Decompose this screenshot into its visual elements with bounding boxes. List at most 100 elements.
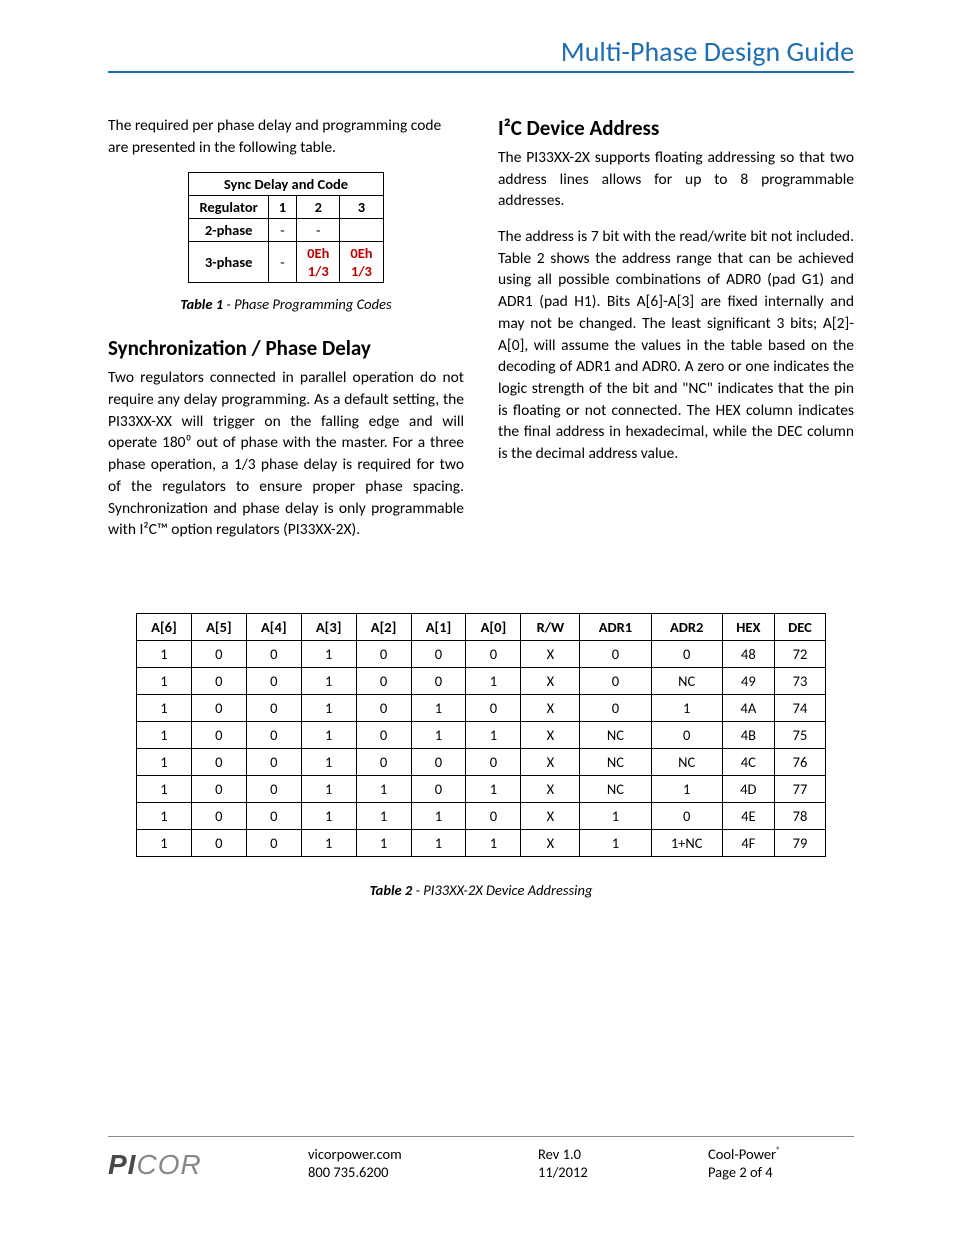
sync-table-title: Sync Delay and Code bbox=[189, 173, 383, 196]
cell: NC bbox=[580, 775, 651, 802]
cell: 1 bbox=[301, 829, 356, 856]
table-row: 1001001X0NC4973 bbox=[137, 667, 826, 694]
col-header: A[2] bbox=[356, 613, 411, 640]
table2-caption: Table 2 - PI33XX-2X Device Addressing bbox=[108, 881, 854, 899]
cell: - bbox=[268, 219, 296, 242]
footer-revision: Rev 1.0 11/2012 bbox=[538, 1145, 708, 1181]
address-table-wrap: A[6]A[5]A[4]A[3]A[2]A[1]A[0]R/WADR1ADR2H… bbox=[108, 613, 854, 857]
cell: 1 bbox=[137, 721, 192, 748]
caption-rest: - PI33XX-2X Device Addressing bbox=[412, 881, 592, 899]
table-row: 1001011XNC04B75 bbox=[137, 721, 826, 748]
table-row: A[6]A[5]A[4]A[3]A[2]A[1]A[0]R/WADR1ADR2H… bbox=[137, 613, 826, 640]
sync-heading: Synchronization / Phase Delay bbox=[108, 335, 464, 361]
cell: 1 bbox=[466, 667, 521, 694]
col-header: A[4] bbox=[246, 613, 301, 640]
cell: 1 bbox=[411, 802, 466, 829]
cell: - bbox=[268, 242, 296, 283]
cell: 0 bbox=[246, 694, 301, 721]
cell: 4F bbox=[722, 829, 774, 856]
cell: 0 bbox=[246, 748, 301, 775]
cell: 1 bbox=[411, 829, 466, 856]
cell: 4A bbox=[722, 694, 774, 721]
cell: 0 bbox=[651, 802, 722, 829]
footer-page: Page 2 of 4 bbox=[708, 1163, 854, 1181]
cell: 75 bbox=[774, 721, 825, 748]
table-row: 1001110X104E78 bbox=[137, 802, 826, 829]
logo-thin: COR bbox=[136, 1149, 201, 1180]
cell: 49 bbox=[722, 667, 774, 694]
cell: 1 bbox=[301, 721, 356, 748]
cell: 1 bbox=[651, 694, 722, 721]
cell: 1 bbox=[301, 667, 356, 694]
cell: 0 bbox=[466, 640, 521, 667]
sync-body: Two regulators connected in parallel ope… bbox=[108, 367, 464, 541]
cell: - bbox=[297, 219, 340, 242]
cell: 0 bbox=[246, 829, 301, 856]
col-header: ADR2 bbox=[651, 613, 722, 640]
cell: 4B bbox=[722, 721, 774, 748]
cell: X bbox=[521, 721, 580, 748]
intro-paragraph: The required per phase delay and program… bbox=[108, 115, 464, 158]
cell: 0 bbox=[411, 640, 466, 667]
col-header: A[1] bbox=[411, 613, 466, 640]
footer-contact: vicorpower.com 800 735.6200 bbox=[308, 1145, 538, 1181]
footer-date: 11/2012 bbox=[538, 1163, 708, 1181]
cell: 1 bbox=[466, 829, 521, 856]
col-header: A[6] bbox=[137, 613, 192, 640]
table-row: 3-phase - 0Eh 1/3 0Eh 1/3 bbox=[189, 242, 383, 283]
cell: 0 bbox=[191, 829, 246, 856]
footer-rule bbox=[108, 1136, 854, 1137]
table-row: 2-phase - - bbox=[189, 219, 383, 242]
cell: X bbox=[521, 640, 580, 667]
cell: 78 bbox=[774, 802, 825, 829]
cell: 1+NC bbox=[651, 829, 722, 856]
header-rule bbox=[108, 71, 854, 73]
cell: 48 bbox=[722, 640, 774, 667]
caption-bold: Table 1 bbox=[180, 295, 223, 313]
cell: 0Eh 1/3 bbox=[340, 242, 383, 283]
table-row: 1001101XNC14D77 bbox=[137, 775, 826, 802]
cell: 0 bbox=[246, 802, 301, 829]
cell: 1 bbox=[137, 802, 192, 829]
cell: X bbox=[521, 667, 580, 694]
col-header: A[3] bbox=[301, 613, 356, 640]
cell: 0 bbox=[356, 748, 411, 775]
cell: 0 bbox=[191, 802, 246, 829]
cell: 0 bbox=[651, 721, 722, 748]
cell: 79 bbox=[774, 829, 825, 856]
cell: 1 bbox=[466, 775, 521, 802]
cell: 1 bbox=[301, 775, 356, 802]
footer-brand: Cool-Power® bbox=[708, 1145, 854, 1163]
cell: 1 bbox=[137, 748, 192, 775]
col-header: HEX bbox=[722, 613, 774, 640]
cell: 73 bbox=[774, 667, 825, 694]
cell: 0 bbox=[356, 721, 411, 748]
row-label: 3-phase bbox=[189, 242, 268, 283]
col-header: 2 bbox=[297, 196, 340, 219]
footer-phone: 800 735.6200 bbox=[308, 1163, 538, 1181]
cell: 1 bbox=[411, 721, 466, 748]
cell: 1 bbox=[137, 694, 192, 721]
cell: 0 bbox=[356, 694, 411, 721]
cell: X bbox=[521, 802, 580, 829]
cell: 0 bbox=[580, 640, 651, 667]
footer-rev: Rev 1.0 bbox=[538, 1145, 708, 1163]
cell: 0 bbox=[246, 721, 301, 748]
footer-web: vicorpower.com bbox=[308, 1145, 538, 1163]
address-table: A[6]A[5]A[4]A[3]A[2]A[1]A[0]R/WADR1ADR2H… bbox=[136, 613, 826, 857]
cell: 4C bbox=[722, 748, 774, 775]
sync-delay-table: Sync Delay and Code Regulator 1 2 3 2-ph… bbox=[188, 172, 383, 283]
cell: 0 bbox=[191, 694, 246, 721]
cell: 1 bbox=[301, 640, 356, 667]
cell: 1 bbox=[411, 694, 466, 721]
caption-rest: - Phase Programming Codes bbox=[223, 295, 392, 313]
col-header: A[0] bbox=[466, 613, 521, 640]
cell: 0 bbox=[191, 721, 246, 748]
cell: 0 bbox=[411, 748, 466, 775]
col-header: A[5] bbox=[191, 613, 246, 640]
page-title: Multi-Phase Design Guide bbox=[108, 34, 854, 71]
cell: X bbox=[521, 748, 580, 775]
table-row: 1001111X11+NC4F79 bbox=[137, 829, 826, 856]
cell: NC bbox=[580, 748, 651, 775]
cell: X bbox=[521, 775, 580, 802]
